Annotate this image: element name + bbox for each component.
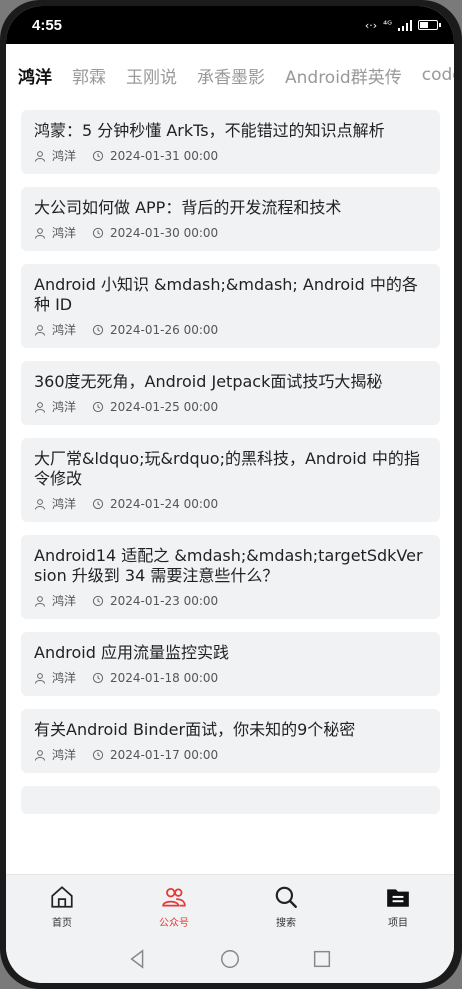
home-circle-icon (221, 949, 239, 968)
article-meta: 鸿洋 2024-01-30 00:00 (34, 224, 428, 241)
article-title: 大厂常&ldquo;玩&rdquo;的黑科技，Android 中的指令修改 (34, 449, 420, 488)
screen: 4:55 ‹·› ⁴ᴳ 鸿洋郭霖玉刚说承香墨影Android群英传code 鸿蒙… (6, 6, 454, 983)
article-meta: 鸿洋 2024-01-17 00:00 (34, 746, 428, 763)
article-title: 大公司如何做 APP：背后的开发流程和技术 (34, 198, 342, 217)
article-author: 鸿洋 (52, 226, 77, 240)
article-date: 2024-01-18 00:00 (110, 670, 219, 685)
people-icon (162, 888, 186, 907)
article-title: Android14 适配之 &mdash;&mdash;targetSdkVer… (34, 546, 423, 585)
article-card[interactable]: 有关Android Binder面试，你未知的9个秘密鸿洋 2024-01-17 … (21, 709, 440, 773)
article-title: Android 应用流量监控实践 (34, 643, 229, 662)
article-list: 鸿蒙：5 分钟秒懂 ArkTs，不能错过的知识点解析鸿洋 2024-01-31 0… (21, 110, 440, 827)
nav-search[interactable]: 搜索 (246, 884, 326, 929)
signal-icon (398, 19, 412, 31)
system-nav (6, 938, 454, 983)
home-icon (51, 886, 73, 908)
article-date: 2024-01-25 00:00 (110, 399, 219, 414)
article-date: 2024-01-31 00:00 (110, 148, 219, 163)
tab-5[interactable]: code (422, 65, 454, 85)
article-card[interactable]: 大厂常&ldquo;玩&rdquo;的黑科技，Android 中的指令修改鸿洋 2… (21, 438, 440, 522)
article-card[interactable]: 360度无死角，Android Jetpack面试技巧大揭秘鸿洋 2024-01-… (21, 361, 440, 425)
battery-icon (418, 20, 441, 30)
home-button[interactable] (219, 948, 241, 974)
phone-frame: 4:55 ‹·› ⁴ᴳ 鸿洋郭霖玉刚说承香墨影Android群英传code 鸿蒙… (0, 0, 462, 989)
clock-icon (92, 672, 104, 683)
clock-icon (92, 498, 104, 509)
recents-button[interactable] (311, 948, 333, 974)
clock-icon (92, 595, 104, 606)
back-button[interactable] (127, 948, 149, 974)
nav-home-label: 首页 (52, 918, 72, 929)
nav-official-accounts[interactable]: 公众号 (134, 884, 214, 929)
tab-1[interactable]: 郭霖 (72, 63, 106, 88)
search-icon (275, 886, 297, 908)
article-title: 鸿蒙：5 分钟秒懂 ArkTs，不能错过的知识点解析 (34, 121, 385, 140)
clock-icon (92, 150, 104, 161)
tab-2[interactable]: 玉刚说 (126, 63, 177, 88)
bottom-nav: 首页 公众号 搜索 项目 (6, 874, 454, 938)
article-title: 360度无死角，Android Jetpack面试技巧大揭秘 (34, 372, 383, 391)
article-date: 2024-01-26 00:00 (110, 322, 219, 337)
article-card[interactable]: Android14 适配之 &mdash;&mdash;targetSdkVer… (21, 535, 440, 619)
article-author: 鸿洋 (52, 400, 77, 414)
article-title: Android 小知识 &mdash;&mdash; Android 中的各种 … (34, 275, 418, 314)
clock-icon (92, 324, 104, 335)
nav-projects-label: 项目 (388, 918, 408, 929)
nav-projects[interactable]: 项目 (358, 884, 438, 929)
status-bar: 4:55 ‹·› ⁴ᴳ (6, 6, 454, 44)
person-icon (35, 401, 45, 413)
article-author: 鸿洋 (52, 149, 77, 163)
article-author: 鸿洋 (52, 497, 77, 511)
back-triangle-icon (130, 948, 144, 969)
network-type: ⁴ᴳ (383, 19, 392, 31)
article-meta: 鸿洋 2024-01-26 00:00 (34, 321, 428, 338)
article-author: 鸿洋 (52, 323, 77, 337)
article-meta: 鸿洋 2024-01-18 00:00 (34, 669, 428, 686)
person-icon (35, 595, 45, 607)
article-date: 2024-01-23 00:00 (110, 593, 219, 608)
article-card[interactable]: Android 应用流量监控实践鸿洋 2024-01-18 00:00 (21, 632, 440, 696)
article-card[interactable]: 鸿蒙：5 分钟秒懂 ArkTs，不能错过的知识点解析鸿洋 2024-01-31 0… (21, 110, 440, 174)
article-date: 2024-01-17 00:00 (110, 747, 219, 762)
account-tabs: 鸿洋郭霖玉刚说承香墨影 Android群英传 code (6, 44, 454, 106)
tab-4[interactable]: Android群英传 (285, 63, 402, 88)
article-author: 鸿洋 (52, 671, 77, 685)
person-icon (35, 150, 45, 162)
tab-0[interactable]: 鸿洋 (18, 63, 52, 88)
recents-square-icon (313, 950, 331, 967)
status-icons: ‹·› ⁴ᴳ (364, 18, 441, 32)
nav-official-accounts-label: 公众号 (159, 918, 189, 929)
article-date: 2024-01-24 00:00 (110, 496, 219, 511)
article-meta: 鸿洋 2024-01-24 00:00 (34, 495, 428, 512)
folder-icon (387, 889, 409, 907)
person-icon (35, 498, 45, 510)
article-card-partial[interactable] (21, 786, 440, 814)
clock-icon (92, 401, 104, 412)
article-date: 2024-01-30 00:00 (110, 225, 219, 240)
article-card[interactable]: 大公司如何做 APP：背后的开发流程和技术鸿洋 2024-01-30 00:00 (21, 187, 440, 251)
status-time: 4:55 (32, 16, 63, 34)
nav-home[interactable]: 首页 (22, 884, 102, 929)
article-meta: 鸿洋 2024-01-31 00:00 (34, 147, 428, 164)
tab-3[interactable]: 承香墨影 (197, 63, 265, 88)
article-meta: 鸿洋 2024-01-23 00:00 (34, 592, 428, 609)
article-meta: 鸿洋 2024-01-25 00:00 (34, 398, 428, 415)
article-card[interactable]: Android 小知识 &mdash;&mdash; Android 中的各种 … (21, 264, 440, 348)
person-icon (35, 324, 45, 336)
article-author: 鸿洋 (52, 594, 77, 608)
person-icon (35, 227, 45, 239)
clock-icon (92, 749, 104, 760)
person-icon (35, 672, 45, 684)
article-title: 有关Android Binder面试，你未知的9个秘密 (34, 720, 356, 739)
nav-search-label: 搜索 (276, 918, 296, 929)
clock-icon (92, 227, 104, 238)
article-author: 鸿洋 (52, 748, 77, 762)
link-icon: ‹·› (364, 18, 378, 32)
person-icon (35, 749, 45, 761)
